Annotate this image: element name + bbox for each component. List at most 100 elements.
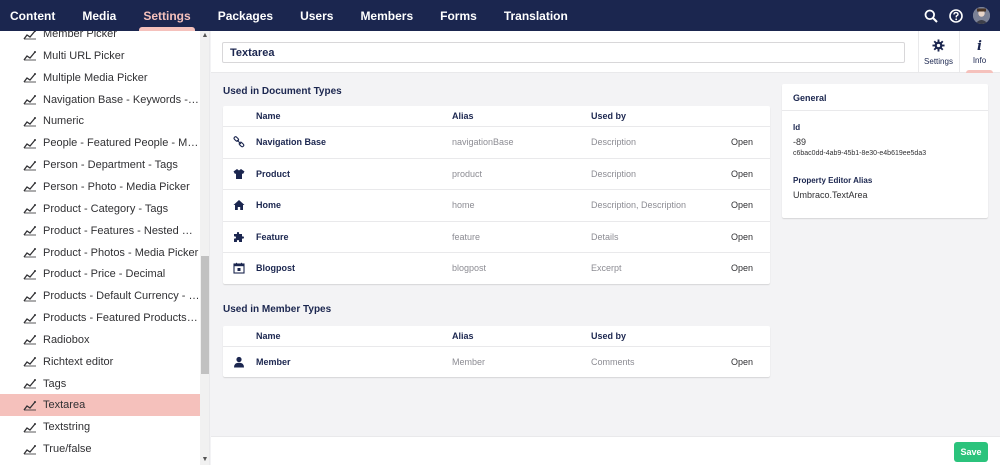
tree-item-label: Product - Category - Tags <box>43 202 169 215</box>
row-name: Product <box>256 168 291 179</box>
datatype-icon <box>23 399 37 411</box>
row-used-by: Description, Description <box>591 200 687 210</box>
top-bar: Content Media Settings Packages Users Members… <box>0 0 1000 31</box>
help-icon[interactable] <box>948 8 964 24</box>
nav-forms[interactable]: Forms <box>432 0 485 31</box>
tree-item[interactable]: Member Picker <box>0 31 200 45</box>
open-link[interactable]: Open <box>731 127 753 157</box>
table-row: Member Member Comments Open <box>223 346 770 377</box>
datatype-icon <box>23 378 37 390</box>
tree-item[interactable]: Numeric <box>0 110 200 132</box>
datatype-icon <box>23 312 37 324</box>
tree-item[interactable]: Product - Price - Decimal <box>0 263 200 285</box>
col-name: Name <box>256 330 281 341</box>
tree-item[interactable]: Textstring <box>0 416 200 438</box>
nav-translation[interactable]: Translation <box>496 0 576 31</box>
scroll-up-arrow[interactable]: ▲ <box>201 32 209 40</box>
settings-app-label: Settings <box>924 56 953 66</box>
datatype-icon <box>23 421 37 433</box>
tree-item[interactable]: Navigation Base - Keywords - Tags <box>0 89 200 111</box>
tree-item-label: Products - Default Currency - Dropdown <box>43 290 200 303</box>
row-alias: navigationBase <box>452 137 514 147</box>
row-used-by: Details <box>591 231 619 242</box>
tree-item[interactable]: Product - Category - Tags <box>0 198 200 220</box>
home-icon <box>233 190 245 220</box>
info-icon: i <box>977 38 982 54</box>
row-used-by: Excerpt <box>591 263 622 273</box>
table-row: Navigation Base navigationBase Description… <box>223 126 770 157</box>
sidebar-tree: Member Picker Multi URL Picker Multiple Me… <box>0 31 210 465</box>
calendar-icon <box>233 253 245 283</box>
datatype-icon <box>23 356 37 368</box>
open-link[interactable]: Open <box>731 253 753 283</box>
tree-item-label: Products - Featured Products - Multinode… <box>43 312 200 325</box>
open-link[interactable]: Open <box>731 159 753 189</box>
tree-item[interactable]: Multi URL Picker <box>0 45 200 67</box>
sidebar-scroll-thumb[interactable] <box>201 256 209 374</box>
tree-item[interactable]: Products - Default Currency - Dropdown <box>0 285 200 307</box>
tree-item[interactable]: Person - Department - Tags <box>0 154 200 176</box>
scroll-down-arrow[interactable]: ▼ <box>201 456 209 464</box>
save-button[interactable]: Save <box>954 442 988 462</box>
settings-app-button[interactable]: Settings <box>918 31 958 73</box>
datatype-name-input[interactable] <box>222 42 905 63</box>
member-types-title: Used in Member Types <box>223 304 332 315</box>
nav-users[interactable]: Users <box>292 0 341 31</box>
guid-value: c6bac0dd-4ab9-45b1-8e30-e4b619ee5da3 <box>793 150 927 157</box>
sidebar-scrollbar[interactable] <box>200 31 209 465</box>
tree-item-label: People - Featured People - Multinode Tre… <box>43 137 200 150</box>
datatype-icon <box>23 290 37 302</box>
datatype-icon <box>23 181 37 193</box>
tree-item-label: Numeric <box>43 115 84 128</box>
tree-item[interactable]: Richtext editor <box>0 351 200 373</box>
open-link[interactable]: Open <box>731 347 753 377</box>
nav-packages[interactable]: Packages <box>210 0 281 31</box>
row-name: Blogpost <box>256 263 295 273</box>
tree-item-label: Multi URL Picker <box>43 49 125 62</box>
row-alias: home <box>452 200 475 210</box>
id-label: Id <box>793 123 801 132</box>
tree-item[interactable]: Multiple Media Picker <box>0 67 200 89</box>
tree-item[interactable]: Textarea <box>0 394 200 417</box>
datatype-icon <box>23 31 37 40</box>
tree-item[interactable]: Person - Photo - Media Picker <box>0 176 200 198</box>
shirt-icon <box>233 159 245 189</box>
info-app-button[interactable]: i Info <box>959 31 999 73</box>
nav-members[interactable]: Members <box>352 0 421 31</box>
tree-item[interactable]: True/false <box>0 438 200 460</box>
tree-item[interactable]: Tags <box>0 373 200 395</box>
datatype-icon <box>23 137 37 149</box>
tree-item[interactable]: Product - Features - Nested Content <box>0 220 200 242</box>
tree-item[interactable]: Product - Photos - Media Picker <box>0 242 200 264</box>
col-alias: Alias <box>452 110 474 121</box>
open-link[interactable]: Open <box>731 222 753 252</box>
col-used-by: Used by <box>591 110 627 121</box>
datatype-icon <box>23 334 37 346</box>
tree-item[interactable]: People - Featured People - Multinode Tre… <box>0 132 200 154</box>
open-link[interactable]: Open <box>731 190 753 220</box>
datatype-icon <box>23 94 37 106</box>
nav-media[interactable]: Media <box>74 0 124 31</box>
editor-footer: Save <box>211 436 1000 465</box>
col-used-by: Used by <box>591 330 627 341</box>
nav-content[interactable]: Content <box>2 0 63 31</box>
row-name: Feature <box>256 231 289 242</box>
search-icon[interactable] <box>923 8 939 24</box>
tree-item-label: Product - Photos - Media Picker <box>43 246 199 259</box>
datatype-icon <box>23 115 37 127</box>
row-used-by: Description <box>591 137 637 147</box>
tree-item-label: Radiobox <box>43 333 90 346</box>
tree-item-label: Member Picker <box>43 31 117 40</box>
tree-item[interactable]: Products - Featured Products - Multinode… <box>0 307 200 329</box>
col-name: Name <box>256 110 281 121</box>
tree-item[interactable]: Radiobox <box>0 329 200 351</box>
doc-types-title: Used in Document Types <box>223 86 342 97</box>
avatar[interactable] <box>973 7 990 24</box>
member-types-table: Name Alias Used by Member Member Comments O… <box>223 326 770 377</box>
table-row: Home home Description, Description Open <box>223 189 770 220</box>
tree-item-label: Person - Department - Tags <box>43 159 178 172</box>
row-used-by: Description <box>591 168 637 179</box>
datatype-icon <box>23 443 37 455</box>
tree-item-label: Tags <box>43 377 67 390</box>
nav-settings[interactable]: Settings <box>135 0 198 31</box>
